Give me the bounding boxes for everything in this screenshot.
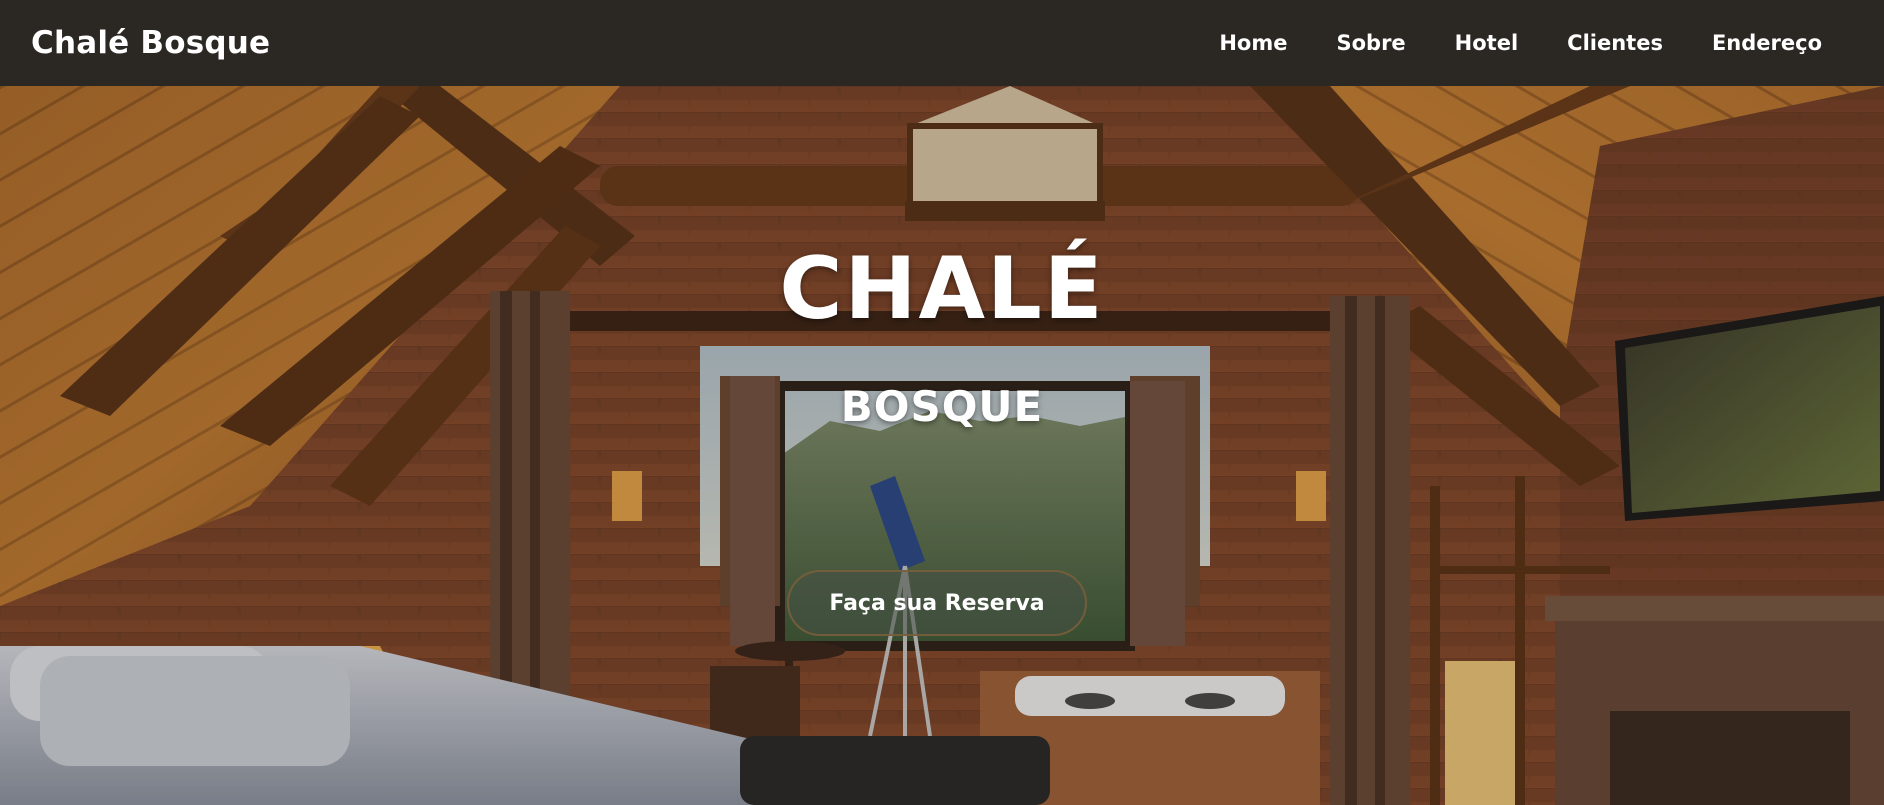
nav-links: Home Sobre Hotel Clientes Endereço <box>1219 31 1822 55</box>
reservation-button[interactable]: Faça sua Reserva <box>787 570 1087 636</box>
nav-link-hotel[interactable]: Hotel <box>1455 31 1518 55</box>
hero-subtitle: BOSQUE <box>840 382 1044 431</box>
hero-overlay <box>0 86 1884 805</box>
nav-link-clientes[interactable]: Clientes <box>1567 31 1663 55</box>
nav-link-home[interactable]: Home <box>1219 31 1287 55</box>
brand-logo[interactable]: Chalé Bosque <box>31 25 270 61</box>
nav-link-endereco[interactable]: Endereço <box>1712 31 1822 55</box>
hero-title: CHALÉ <box>779 239 1105 339</box>
navbar: Chalé Bosque Home Sobre Hotel Clientes E… <box>0 0 1884 86</box>
nav-link-sobre[interactable]: Sobre <box>1336 31 1405 55</box>
hero-section: CHALÉ BOSQUE Faça sua Reserva <box>0 86 1884 805</box>
